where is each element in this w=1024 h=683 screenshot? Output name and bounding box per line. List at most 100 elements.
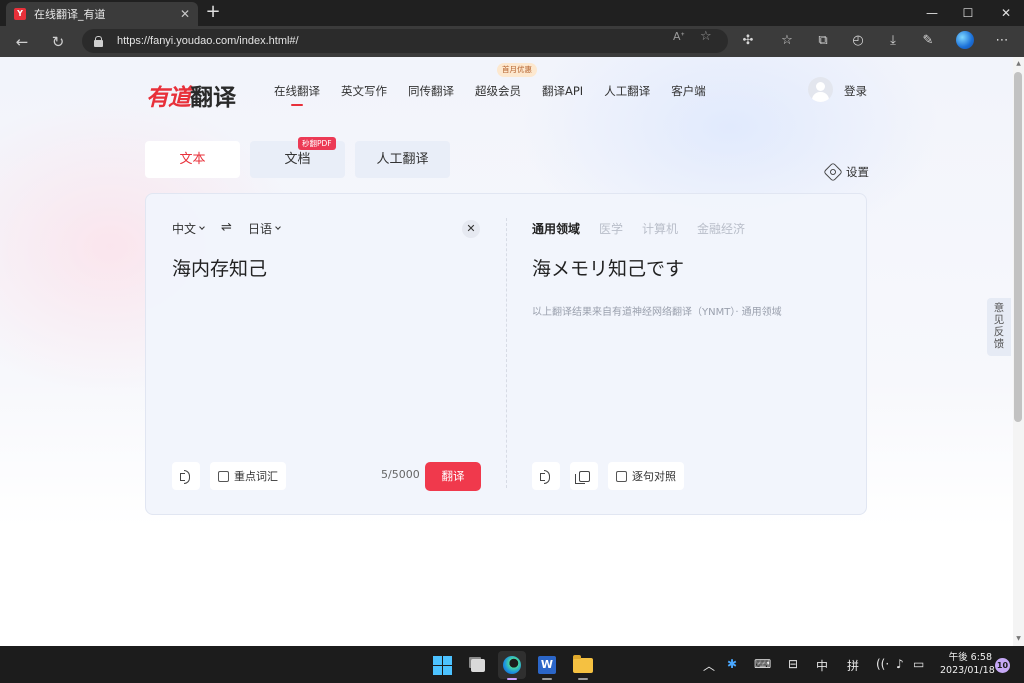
battery-icon[interactable]: ▭ [913,657,924,671]
taskbar-clock[interactable]: 午後 6:58 2023/01/18 [940,651,995,677]
tab-human-translate[interactable]: 人工翻译 [355,141,450,178]
user-avatar-icon[interactable] [808,77,833,102]
nav-client[interactable]: 客户端 [671,83,706,99]
task-view-icon [471,658,485,672]
engine-note: 以上翻译结果来自有道神经网络翻译（YNMT）· 通用领域 [532,307,782,318]
keyboard-icon[interactable]: ⌨ [754,657,771,671]
panel-divider [506,218,507,488]
lock-icon [94,35,103,47]
read-aloud-icon[interactable]: Aᐩ [673,30,685,43]
youdao-favicon-icon: Y [14,8,26,20]
nav-human-translate[interactable]: 人工翻译 [604,83,650,99]
login-link[interactable]: 登录 [844,83,867,99]
source-speak-button[interactable] [172,462,200,490]
sentence-compare-label: 逐句对照 [632,470,676,483]
top-navigation: 在线翻译 英文写作 同传翻译 超级会员 翻译API 人工翻译 客户端 [274,83,727,106]
taskbar-edge[interactable] [498,651,526,680]
checkbox-icon [616,470,627,482]
youdao-logo[interactable]: 有道翻译 [146,78,236,112]
new-tab-button[interactable]: + [203,3,223,23]
clock-date: 2023/01/18 [940,665,995,676]
edge-icon [503,656,521,674]
domain-tab-finance[interactable]: 金融经济 [697,220,745,237]
domain-tab-computer[interactable]: 计算机 [642,220,678,237]
browser-tab[interactable]: Y 在线翻译_有道 ✕ [6,2,198,26]
sentence-compare-toggle[interactable]: 逐句对照 [608,462,684,490]
tab-close-icon[interactable]: ✕ [180,7,190,21]
pdf-badge: 秒翻PDF [298,137,336,150]
translate-button[interactable]: 翻译 [425,462,481,491]
taskbar-explorer[interactable] [569,651,597,680]
task-view-button[interactable] [464,651,492,679]
speaker-icon [180,470,192,484]
nav-translate-api[interactable]: 翻译API [542,83,583,99]
translation-result: 海メモリ知己です [532,258,685,280]
source-text-input[interactable]: 海内存知己 [172,254,267,281]
settings-button[interactable]: 设置 [823,162,869,182]
notification-badge[interactable]: 10 [995,658,1010,673]
more-menu-icon[interactable]: ⋯ [992,31,1012,51]
nav-english-writing[interactable]: 英文写作 [341,83,387,99]
domain-tab-medical[interactable]: 医学 [599,220,623,237]
extensions-icon[interactable]: ✣ [738,31,758,51]
nav-super-member[interactable]: 超级会员 [475,83,521,99]
domain-tab-general[interactable]: 通用领域 [532,220,580,237]
nav-simultaneous[interactable]: 同传翻译 [408,83,454,99]
keywords-label: 重点词汇 [234,470,278,483]
keywords-toggle[interactable]: 重点词汇 [210,462,286,490]
tray-app-icon[interactable]: ✱ [727,657,737,671]
url-field[interactable]: https://fanyi.youdao.com/index.html#/ [82,29,728,53]
speaker-icon [540,470,552,484]
ime-pinyin-indicator[interactable]: 拼 [847,657,859,674]
window-close-icon[interactable]: ✕ [996,4,1016,22]
feedback-button[interactable]: 意见反馈 [987,298,1011,356]
chevron-down-icon [275,224,281,230]
taskbar-word[interactable]: W [533,651,561,680]
address-bar-row: ← ↻ https://fanyi.youdao.com/index.html#… [0,26,1024,57]
translation-panel: 中文 ⇌ 日语 ✕ 海内存知己 重点词汇 5/5000 翻译 通用领域 医学 计… [145,193,867,515]
scroll-down-icon[interactable]: ▼ [1014,634,1023,644]
scroll-up-icon[interactable]: ▲ [1014,59,1023,69]
settings-label: 设置 [846,165,869,179]
start-button[interactable] [428,651,456,679]
clear-input-icon[interactable]: ✕ [462,220,480,238]
tray-overflow-icon[interactable]: ︿ [703,657,715,674]
logo-sub: 翻译 [190,85,236,111]
running-indicator [542,678,552,680]
wifi-icon[interactable]: ((· [876,657,889,671]
web-capture-icon[interactable]: ✎ [918,31,938,51]
tab-text[interactable]: 文本 [145,141,240,178]
back-icon[interactable]: ← [12,32,32,52]
windows-taskbar: W ︿ ✱ ⌨ ⊟ 中 拼 ((· ♪ ▭ 午後 6:58 2023/01/18… [0,646,1024,683]
source-language-select[interactable]: 中文 [172,220,205,237]
swap-languages-icon[interactable]: ⇌ [221,220,232,235]
ime-mode-indicator[interactable]: 中 [816,657,828,674]
copy-icon [574,470,590,484]
collections-icon[interactable]: ⧉ [813,31,833,51]
maximize-icon[interactable]: ☐ [958,4,978,22]
nav-online-translate[interactable]: 在线翻译 [274,83,320,106]
copy-button[interactable] [570,462,598,490]
char-counter: 5/5000 [381,468,420,481]
checkbox-icon [218,470,229,482]
scroll-thumb[interactable] [1014,72,1022,422]
favorites-icon[interactable]: ☆ [777,31,797,51]
profile-avatar-icon[interactable] [956,31,974,49]
youdao-page: 有道翻译 在线翻译 英文写作 同传翻译 超级会员 翻译API 人工翻译 客户端 … [0,57,1013,646]
target-language-label: 日语 [248,222,273,236]
promo-badge: 首月优惠 [497,63,537,77]
target-speak-button[interactable] [532,462,560,490]
word-icon: W [538,656,556,674]
refresh-icon[interactable]: ↻ [48,32,68,52]
add-favorite-icon[interactable]: ☆ [700,29,712,44]
logo-brand: 有道 [146,85,191,111]
downloads-icon[interactable]: ⤓ [883,31,903,51]
minimize-icon[interactable]: — [922,4,942,22]
windows-logo-icon [432,655,452,675]
chevron-down-icon [199,224,205,230]
volume-icon[interactable]: ♪ [896,657,904,671]
history-icon[interactable]: ◴ [848,31,868,51]
target-language-select[interactable]: 日语 [248,220,281,237]
folder-icon [573,654,593,673]
ime-toggle-icon[interactable]: ⊟ [788,657,798,671]
